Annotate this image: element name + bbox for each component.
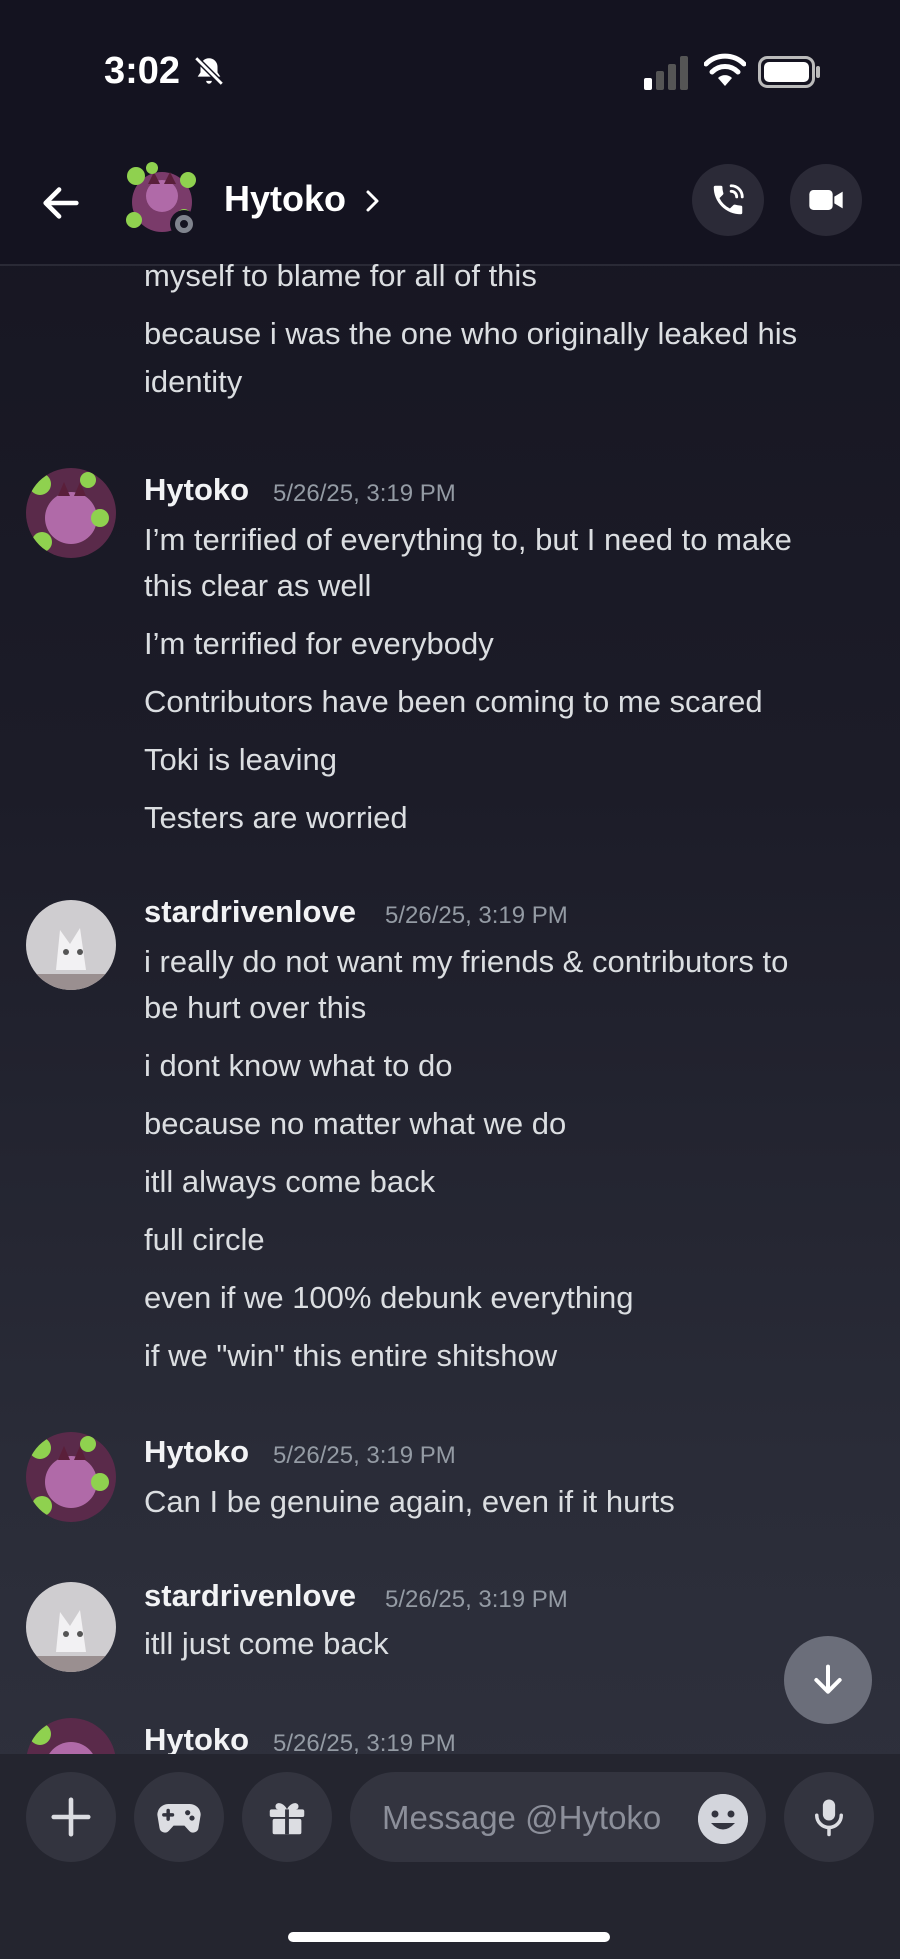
jump-to-bottom-button[interactable] — [784, 1636, 872, 1724]
cellular-signal-icon — [644, 56, 688, 90]
voice-call-button[interactable] — [692, 164, 764, 236]
avatar[interactable] — [26, 1582, 116, 1672]
message-timestamp: 5/26/25, 3:19 PM — [385, 902, 568, 929]
message-text: I’m terrified for everybody — [144, 626, 494, 661]
avatar[interactable] — [26, 468, 116, 558]
phone-icon — [713, 184, 744, 215]
message-text: I’m terrified of everything to, but I ne… — [144, 522, 792, 557]
chevron-right-icon[interactable] — [362, 184, 384, 218]
message-author[interactable]: stardrivenlove — [144, 894, 356, 930]
message-text: if we "win" this entire shitshow — [144, 1338, 558, 1373]
message-text: i dont know what to do — [144, 1048, 453, 1083]
gift-icon — [269, 1803, 305, 1835]
video-call-button[interactable] — [790, 164, 862, 236]
bell-muted-icon — [194, 56, 224, 86]
message-timestamp: 5/26/25, 3:19 PM — [273, 480, 456, 507]
wifi-icon — [704, 53, 746, 86]
chat-header: Hytoko — [0, 140, 900, 266]
status-time: 3:02 — [104, 50, 181, 92]
message-text: Toki is leaving — [144, 742, 337, 777]
message-timestamp: 5/26/25, 3:19 PM — [273, 1442, 456, 1469]
message-composer — [0, 1754, 900, 1959]
message-text: myself to blame for all of this — [144, 264, 537, 293]
contact-name[interactable]: Hytoko — [224, 178, 346, 220]
plus-icon — [51, 1797, 91, 1837]
message-text: be hurt over this — [144, 990, 367, 1025]
microphone-icon — [815, 1799, 843, 1837]
emoji-icon[interactable] — [698, 1794, 748, 1844]
message-timestamp: 5/26/25, 3:19 PM — [385, 1586, 568, 1613]
message-text: even if we 100% debunk everything — [144, 1280, 634, 1315]
message-author[interactable]: Hytoko — [144, 1722, 249, 1754]
home-indicator[interactable] — [288, 1932, 610, 1942]
message-timestamp: 5/26/25, 3:19 PM — [273, 1730, 456, 1754]
voice-message-button[interactable] — [784, 1772, 874, 1862]
activities-button[interactable] — [134, 1772, 224, 1862]
battery-icon — [758, 56, 820, 88]
message-author[interactable]: Hytoko — [144, 1434, 249, 1470]
message-text: i really do not want my friends & contri… — [144, 944, 789, 979]
message-text: full circle — [144, 1222, 265, 1257]
game-controller-icon — [157, 1804, 201, 1833]
message-list[interactable]: myself to blame for all of this because … — [0, 264, 900, 1754]
back-arrow-icon[interactable] — [38, 180, 84, 226]
avatar[interactable] — [26, 900, 116, 990]
message-text: itll always come back — [144, 1164, 436, 1199]
message-text: itll just come back — [144, 1626, 389, 1661]
message-text: because no matter what we do — [144, 1106, 567, 1141]
gift-button[interactable] — [242, 1772, 332, 1862]
message-input[interactable] — [380, 1794, 704, 1842]
message-input-container[interactable] — [350, 1772, 766, 1862]
message-text: this clear as well — [144, 568, 372, 603]
message-author[interactable]: Hytoko — [144, 472, 249, 508]
attach-button[interactable] — [26, 1772, 116, 1862]
video-camera-icon — [809, 190, 843, 210]
message-author[interactable]: stardrivenlove — [144, 1578, 356, 1614]
avatar[interactable] — [26, 1432, 116, 1522]
arrow-down-icon — [814, 1664, 842, 1694]
avatar[interactable] — [26, 1718, 116, 1754]
message-text: identity — [144, 364, 243, 399]
message-text: because i was the one who originally lea… — [144, 316, 798, 351]
message-text: Can I be genuine again, even if it hurts — [144, 1484, 675, 1519]
message-text: Contributors have been coming to me scar… — [144, 684, 763, 719]
status-indicator-icon — [170, 210, 198, 238]
message-text: Testers are worried — [144, 800, 408, 835]
status-bar: 3:02 — [0, 0, 900, 140]
